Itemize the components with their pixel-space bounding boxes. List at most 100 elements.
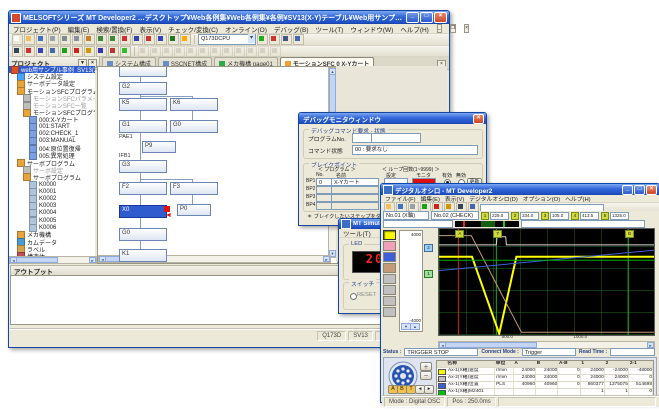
channel-6-button[interactable] (383, 285, 396, 295)
sfc-node-K6[interactable]: K6 (170, 98, 218, 111)
tree-item-21[interactable]: K0005 (9, 217, 95, 224)
redo-icon[interactable] (108, 34, 119, 45)
level-marker-green[interactable]: 1 (424, 270, 433, 278)
cursor-right-button[interactable]: ▸ (424, 385, 434, 394)
bp-name-field[interactable] (331, 202, 379, 210)
menu-item-2[interactable]: 検索/置換(F) (96, 24, 132, 34)
channel-row-1[interactable]: Ax-1(X軸)速度r/min2400024000024000-24000-48… (437, 368, 653, 375)
osc-menu-item-5[interactable]: ヘルプ(H) (565, 194, 590, 203)
menu-item-7[interactable]: ツール(T) (316, 24, 344, 34)
osc-menu-item-4[interactable]: オプション(O) (523, 194, 560, 203)
tree-item-17[interactable]: K0001 (9, 188, 95, 195)
channel-row-2[interactable]: Ax-2(Y軸)速度r/min2400024000024000240000 (437, 375, 653, 382)
zoom-in-button[interactable]: ＋ (420, 362, 432, 371)
undo-icon[interactable] (96, 34, 107, 45)
sfc-node-K1[interactable]: K1 (119, 249, 167, 262)
mdi-minimize-button[interactable]: _ (437, 24, 442, 33)
cam-icon[interactable] (120, 46, 131, 57)
write-to-cpu-icon[interactable] (120, 34, 131, 45)
channel-3-button[interactable] (383, 252, 396, 262)
osc-close-icon[interactable]: × (646, 185, 657, 195)
sfc-node-G2[interactable]: G2 (119, 82, 167, 95)
osc-minimize-icon[interactable]: _ (622, 185, 633, 195)
monitor-icon[interactable] (144, 34, 155, 45)
bp-no-field[interactable]: 0 (316, 178, 332, 186)
sfc-node-G3[interactable]: G3 (119, 160, 167, 173)
comm-setting-icon[interactable] (12, 46, 23, 57)
channel-2-button[interactable] (383, 241, 396, 251)
zoom-out-button[interactable]: － (420, 371, 432, 380)
run-icon[interactable] (257, 34, 268, 45)
menu-item-5[interactable]: オンライン(O) (225, 24, 267, 34)
tree-item-20[interactable]: K0004 (9, 210, 95, 217)
simulator-icon[interactable] (180, 34, 191, 45)
print-icon[interactable] (48, 34, 59, 45)
cpu-select-combo[interactable]: Q173DCPU (198, 34, 256, 45)
menu-item-3[interactable]: 表示(V) (139, 24, 161, 34)
osc-maximize-icon[interactable]: □ (634, 185, 645, 195)
bp-no-field[interactable] (316, 194, 332, 202)
check-icon[interactable] (168, 34, 179, 45)
tree-item-16[interactable]: K0000 (9, 181, 95, 188)
scale-up-icon[interactable]: ▴ (410, 323, 420, 330)
sfc-node-P9[interactable]: P9 (142, 141, 176, 153)
tree-item-15[interactable]: サーボプログラム (9, 174, 95, 181)
sfc-node-K5[interactable]: K5 (119, 98, 167, 111)
servo-on-icon[interactable] (96, 46, 107, 57)
open-icon[interactable] (24, 34, 35, 45)
sfc-node-X0[interactable]: X0 (119, 205, 167, 218)
help-2-icon[interactable] (48, 46, 59, 57)
menu-item-9[interactable]: ヘルプ(H) (400, 24, 429, 34)
tree-item-8[interactable]: 001:START (9, 124, 95, 131)
program-name-field[interactable] (371, 133, 421, 143)
help-icon[interactable] (293, 34, 304, 45)
sfc-node-G1[interactable]: G1 (119, 120, 167, 133)
sfc-node-G0[interactable]: G0 (119, 228, 167, 241)
tree-item-18[interactable]: K0002 (9, 195, 95, 202)
axis-monitor-icon[interactable] (108, 46, 119, 57)
menu-item-6[interactable]: デバッグ(B) (274, 24, 309, 34)
maximize-button[interactable]: □ (420, 12, 433, 23)
cursor-flag-T[interactable]: T (493, 230, 502, 238)
copy-icon[interactable] (72, 34, 83, 45)
menu-item-4[interactable]: チェック/変換(C) (168, 24, 218, 34)
mdi-restore-button[interactable]: ❐ (450, 24, 456, 33)
pause-icon[interactable] (84, 46, 95, 57)
save-icon[interactable] (36, 34, 47, 45)
menu-item-0[interactable]: プロジェクト(P) (13, 24, 61, 34)
bp-name-field[interactable]: X-Yカート (331, 178, 379, 186)
channel-1-button[interactable] (383, 230, 396, 240)
switch-radio-1[interactable] (350, 293, 357, 300)
channel-8-button[interactable] (383, 307, 396, 317)
sfc-node-P0[interactable]: P0 (177, 204, 211, 216)
program-no-field[interactable] (352, 133, 372, 143)
simulator-tool-menu[interactable]: ツール(T) (343, 228, 371, 238)
dialog-titlebar[interactable]: デバッグモニタウィンドウ × (299, 113, 486, 124)
new-icon[interactable] (12, 34, 23, 45)
cut-icon[interactable] (60, 34, 71, 45)
test-icon[interactable] (269, 34, 280, 45)
tree-hscrollbar[interactable]: ◂ ▸ (9, 256, 97, 264)
stop-icon[interactable] (72, 46, 83, 57)
sfc-node-blank-0[interactable] (119, 66, 167, 77)
channel-7-button[interactable] (383, 296, 396, 306)
paste-icon[interactable] (84, 34, 95, 45)
cursor-flag-B[interactable]: B (625, 230, 634, 238)
mdi-close-button[interactable]: × (464, 24, 469, 33)
menu-item-1[interactable]: 編集(E) (68, 24, 90, 34)
tree-item-7[interactable]: 000:X-Yカート (9, 116, 95, 123)
level-marker-blue[interactable]: 2 (424, 244, 433, 252)
bp-no-field[interactable] (316, 186, 332, 194)
start-icon[interactable] (60, 46, 71, 57)
channel-row-4[interactable]: Ax-1(X軸)M2401110 (437, 389, 653, 396)
trigger-field-1[interactable] (383, 220, 453, 228)
main-titlebar[interactable]: MELSOFTシリーズ MT Developer2 …デスクトップ¥Web各例集… (9, 11, 449, 24)
debug-write-icon[interactable] (24, 46, 35, 57)
dialog-close-icon[interactable]: × (473, 114, 484, 124)
bp-no-field[interactable] (316, 202, 332, 210)
sfc-node-F2[interactable]: F2 (119, 182, 167, 195)
zoom-icon[interactable] (281, 34, 292, 45)
bp-name-field[interactable] (331, 186, 379, 194)
tree-item-9[interactable]: 002:CHECK_1 (9, 131, 95, 138)
channel-5-button[interactable] (383, 274, 396, 284)
